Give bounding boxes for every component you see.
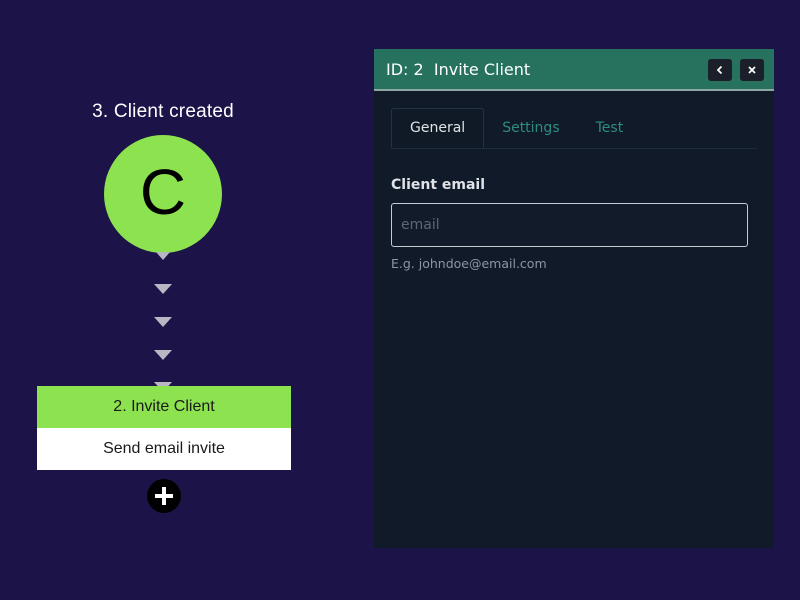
- panel-header: ID: 2 Invite Client: [374, 49, 774, 91]
- panel-tabs: General Settings Test: [391, 108, 757, 149]
- client-email-field[interactable]: [391, 203, 748, 247]
- action-node-description: Send email invite: [37, 428, 291, 470]
- tab-settings[interactable]: Settings: [484, 108, 577, 148]
- back-button[interactable]: [708, 59, 732, 81]
- client-email-label: Client email: [391, 177, 486, 193]
- workflow-canvas: 3. Client created C 2. Invite Client Sen…: [0, 0, 800, 600]
- trigger-title: 3. Client created: [92, 101, 234, 122]
- panel-title: ID: 2 Invite Client: [386, 59, 531, 79]
- client-email-hint: E.g. johndoe@email.com: [391, 256, 547, 271]
- trigger-letter: C: [139, 156, 187, 228]
- action-node[interactable]: 2. Invite Client Send email invite: [37, 386, 291, 470]
- connector-arrow-icon: [156, 252, 170, 260]
- connector-arrow-icon: [154, 350, 172, 360]
- action-node-title: 2. Invite Client: [37, 386, 291, 428]
- trigger-node[interactable]: C: [104, 135, 222, 253]
- close-button[interactable]: [740, 59, 764, 81]
- connector-arrow-icon: [154, 284, 172, 294]
- step-settings-panel: ID: 2 Invite Client General Settings Tes…: [374, 49, 774, 548]
- close-icon: [748, 66, 756, 74]
- tab-test[interactable]: Test: [578, 108, 642, 148]
- plus-icon: [155, 487, 173, 505]
- tab-general[interactable]: General: [391, 108, 485, 148]
- chevron-left-icon: [716, 65, 723, 75]
- add-step-button[interactable]: [147, 479, 181, 513]
- connector-arrow-icon: [154, 317, 172, 327]
